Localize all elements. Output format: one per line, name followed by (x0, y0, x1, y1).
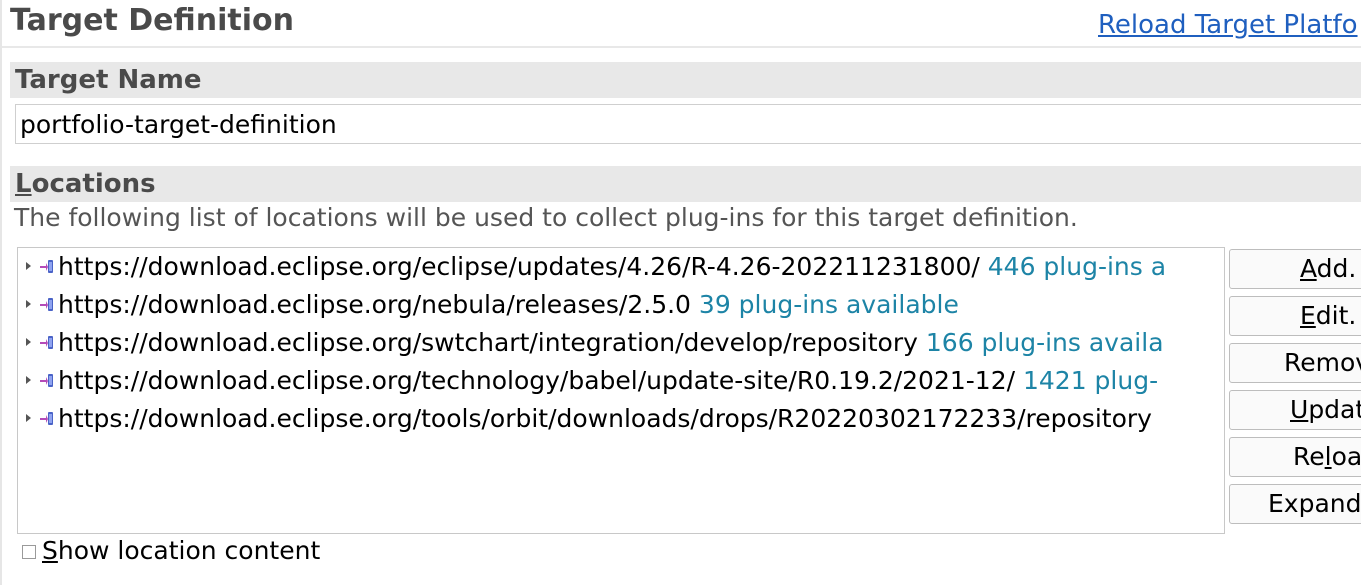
location-status: 446 plug-ins a (987, 252, 1167, 281)
edit-mnemonic: E (1300, 301, 1316, 330)
target-name-section-header: Target Name (10, 62, 1361, 98)
location-url: https://download.eclipse.org/nebula/rele… (58, 290, 691, 319)
locations-section-header: Locations (10, 166, 1361, 202)
show-location-content-label[interactable]: Show location content (42, 536, 320, 565)
edit-button[interactable]: Edit. (1229, 296, 1361, 336)
reload-target-platform-link[interactable]: Reload Target Platfo (1098, 10, 1358, 40)
location-item[interactable]: https://download.eclipse.org/technology/… (18, 362, 1224, 400)
location-item[interactable]: https://download.eclipse.org/eclipse/upd… (18, 248, 1224, 286)
chevron-right-icon[interactable] (23, 297, 33, 311)
repository-icon (40, 298, 53, 311)
chevron-right-icon[interactable] (23, 411, 33, 425)
location-status: 1421 plug- (1022, 366, 1159, 395)
repository-icon (40, 374, 53, 387)
add-label: dd. (1316, 254, 1357, 283)
show-location-content-checkbox[interactable] (22, 545, 36, 559)
show-content-mnemonic: S (42, 536, 58, 565)
location-item[interactable]: https://download.eclipse.org/tools/orbit… (18, 400, 1224, 438)
form-title: Target Definition (10, 3, 294, 38)
target-name-input[interactable] (15, 104, 1361, 144)
repository-icon (40, 260, 53, 273)
edit-label: dit. (1315, 301, 1357, 330)
locations-header-label: Locations (15, 169, 156, 199)
location-status: 39 plug-ins available (698, 290, 959, 319)
location-item[interactable]: https://download.eclipse.org/swtchart/in… (18, 324, 1224, 362)
repository-icon (40, 412, 53, 425)
chevron-right-icon[interactable] (23, 335, 33, 349)
location-label: https://download.eclipse.org/swtchart/in… (58, 324, 1164, 362)
target-definition-editor: Target Definition Reload Target Platfo T… (0, 0, 1361, 585)
update-mnemonic: U (1290, 395, 1309, 424)
location-label: https://download.eclipse.org/eclipse/upd… (58, 248, 1166, 286)
reload-label-rest: oa (1331, 442, 1361, 471)
expand-button[interactable]: Expand (1229, 484, 1361, 524)
target-name-header-label: Target Name (15, 65, 202, 95)
location-url: https://download.eclipse.org/tools/orbit… (58, 404, 1152, 433)
update-button[interactable]: Updat (1229, 390, 1361, 430)
remove-button[interactable]: Remov (1229, 343, 1361, 383)
location-item[interactable]: https://download.eclipse.org/nebula/rele… (18, 286, 1224, 324)
location-label: https://download.eclipse.org/technology/… (58, 362, 1158, 400)
left-border (0, 0, 2, 585)
location-url: https://download.eclipse.org/swtchart/in… (58, 328, 918, 357)
location-label: https://download.eclipse.org/nebula/rele… (58, 286, 959, 324)
location-status: 166 plug-ins availa (925, 328, 1164, 357)
reload-mnemonic: l (1324, 442, 1332, 471)
add-mnemonic: A (1300, 254, 1317, 283)
locations-mnemonic: L (15, 169, 32, 199)
location-url: https://download.eclipse.org/technology/… (58, 366, 1016, 395)
reload-button[interactable]: Reloa (1229, 437, 1361, 477)
chevron-right-icon[interactable] (23, 373, 33, 387)
repository-icon (40, 336, 53, 349)
locations-tree[interactable]: https://download.eclipse.org/eclipse/upd… (17, 247, 1225, 534)
remove-label: Remov (1284, 348, 1361, 377)
add-button[interactable]: Add. (1229, 249, 1361, 289)
update-label: pdat (1308, 395, 1361, 424)
location-url: https://download.eclipse.org/eclipse/upd… (58, 252, 980, 281)
location-label: https://download.eclipse.org/tools/orbit… (58, 400, 1152, 438)
expand-label: Expand (1268, 489, 1361, 518)
reload-label-pre: Re (1293, 442, 1325, 471)
locations-description: The following list of locations will be … (14, 203, 1078, 232)
title-separator (2, 46, 1361, 48)
chevron-right-icon[interactable] (23, 259, 33, 273)
show-content-label-text: how location content (57, 536, 321, 565)
